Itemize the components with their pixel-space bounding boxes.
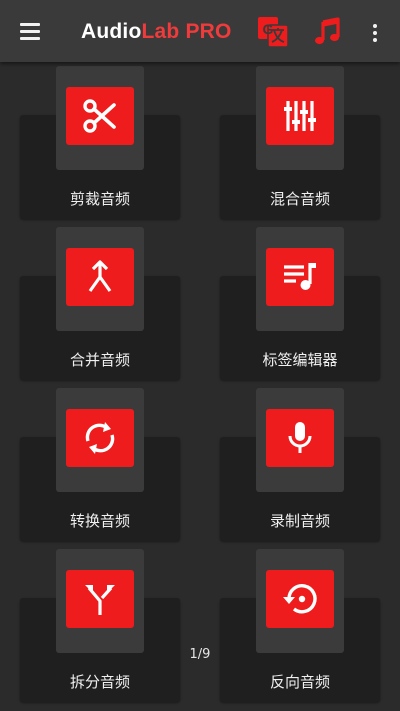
tool-card-split[interactable]: 拆分音频 — [20, 545, 200, 702]
svg-text:G: G — [263, 21, 274, 37]
app-title-lab: Lab — [141, 20, 180, 43]
reverse-restore-icon — [266, 570, 334, 628]
tool-card-record[interactable]: 录制音频 — [220, 384, 400, 541]
tool-label: 录制音频 — [269, 512, 330, 530]
tool-label: 反向音频 — [269, 673, 330, 691]
mixer-sliders-icon — [266, 87, 334, 145]
tool-label: 转换音频 — [69, 512, 130, 530]
app-title-pro: PRO — [185, 20, 232, 43]
tool-label: 合并音频 — [69, 351, 130, 369]
app-title: AudioLab PRO — [81, 17, 232, 47]
music-note-icon[interactable] — [310, 14, 346, 50]
tool-card-trim[interactable]: 剪裁音频 — [20, 62, 200, 219]
merge-arrow-icon — [66, 248, 134, 306]
translate-icon[interactable]: G — [255, 14, 291, 50]
tool-card-reverse[interactable]: 反向音频 — [220, 545, 400, 702]
app-title-audio: Audio — [81, 20, 142, 43]
split-arrow-icon — [66, 570, 134, 628]
playlist-music-icon — [266, 248, 334, 306]
tool-label: 标签编辑器 — [262, 351, 338, 369]
tool-card-tag-editor[interactable]: 标签编辑器 — [220, 223, 400, 380]
tool-grid: 剪裁音频 混合音频 合并音频 标签编辑器 转换音频 录制音频 拆分音频 反向音频… — [0, 62, 400, 711]
more-vert-icon[interactable] — [362, 14, 388, 50]
hamburger-menu-icon[interactable] — [12, 13, 48, 49]
microphone-icon — [266, 409, 334, 467]
tool-label: 混合音频 — [269, 190, 330, 208]
convert-sync-icon — [66, 409, 134, 467]
tool-label: 剪裁音频 — [69, 190, 130, 208]
tool-card-merge[interactable]: 合并音频 — [20, 223, 200, 380]
tool-card-convert[interactable]: 转换音频 — [20, 384, 200, 541]
scissors-icon — [66, 87, 134, 145]
app-bar: AudioLab PRO G — [0, 0, 400, 62]
page-indicator: 1/9 — [189, 647, 211, 662]
tool-label: 拆分音频 — [69, 673, 130, 691]
tool-card-mix[interactable]: 混合音频 — [220, 62, 400, 219]
